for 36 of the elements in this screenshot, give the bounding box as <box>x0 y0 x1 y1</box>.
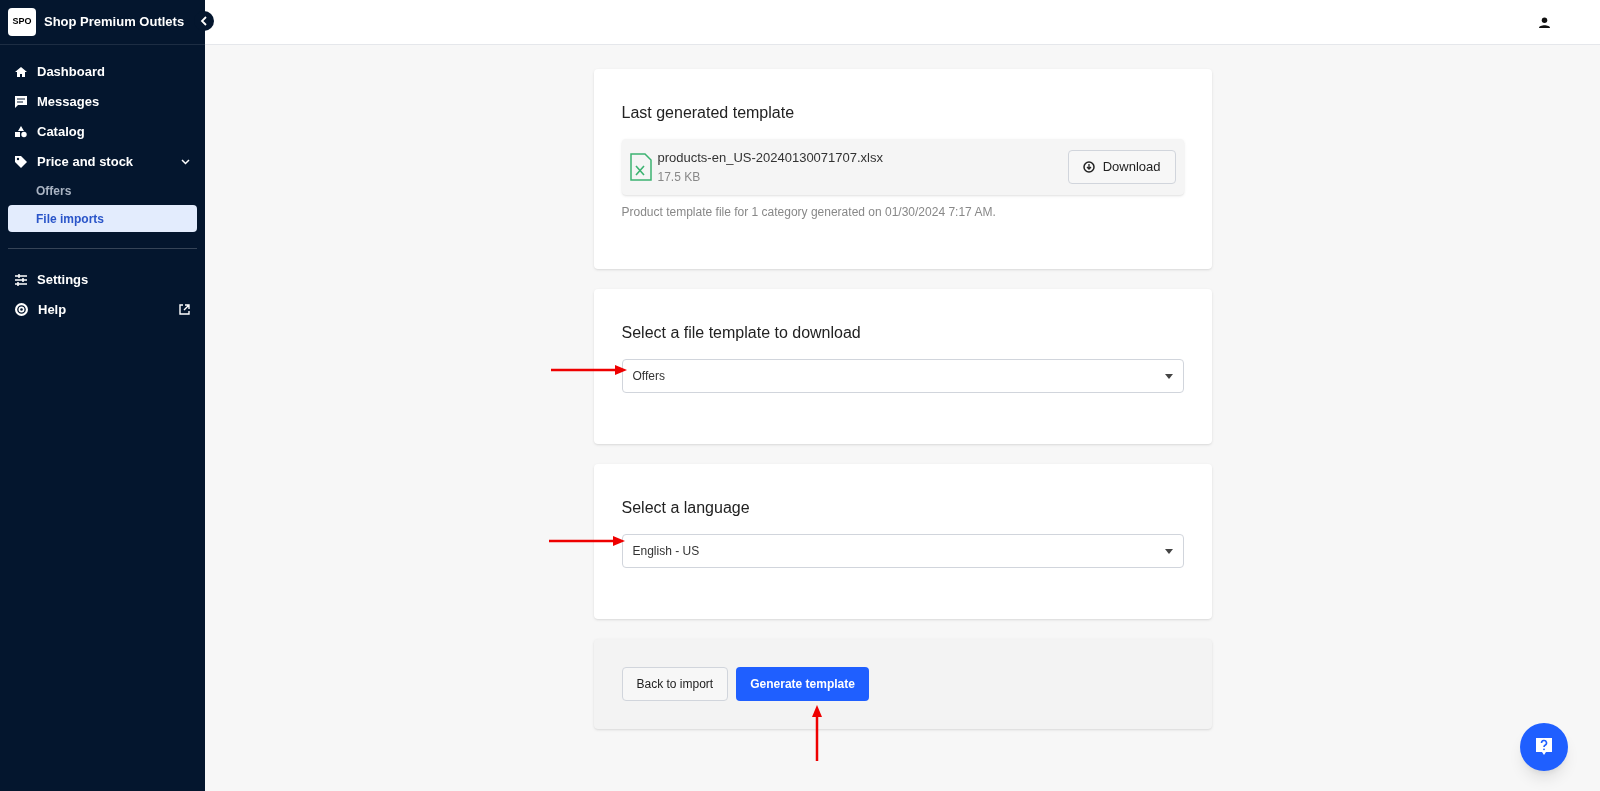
back-button[interactable]: Back to import <box>621 667 729 701</box>
language-dropdown[interactable]: English - US <box>621 534 1184 568</box>
card-title: Select a file template to download <box>621 323 862 343</box>
generate-button[interactable]: Generate template <box>736 667 869 701</box>
nav-item[interactable]: Settings <box>8 265 197 294</box>
message-icon <box>15 95 27 108</box>
nav-item[interactable]: Messages <box>8 87 197 116</box>
spreadsheet-file-icon <box>629 153 652 181</box>
nav-item[interactable]: Dashboard <box>8 57 197 86</box>
file-name: products-en_US-20240130071707.xlsx <box>657 149 883 168</box>
annotation-arrow <box>812 705 822 761</box>
lifebuoy-icon <box>15 303 28 316</box>
nav-item[interactable]: Help <box>8 295 197 324</box>
nav-subitem[interactable]: File imports <box>8 205 197 232</box>
nav-item[interactable]: Catalog <box>8 117 197 146</box>
nav-subitem[interactable]: Offers <box>8 177 197 204</box>
help-icon <box>1536 738 1552 756</box>
template-dropdown[interactable]: Offers <box>621 359 1184 393</box>
nav-item[interactable]: Price and stock <box>8 147 197 176</box>
file-size: 17.5 KB <box>657 168 702 186</box>
home-icon <box>15 65 27 78</box>
chevron-left-icon <box>200 16 208 26</box>
sliders-icon <box>15 273 27 286</box>
brand-name: Shop Premium Outlets <box>44 13 185 32</box>
template-note: Product template file for 1 category generated on 01/30/2024 7:17 AM. <box>621 204 997 221</box>
help-button[interactable] <box>1520 723 1568 771</box>
card-title: Select a language <box>621 498 751 518</box>
tag-icon <box>15 155 27 168</box>
download-icon <box>1082 161 1095 173</box>
card-title: Last generated template <box>621 103 796 123</box>
caret-icon <box>1164 548 1173 554</box>
user-icon[interactable] <box>1539 16 1550 28</box>
logo-text: SPO <box>12 15 32 29</box>
shapes-icon <box>15 125 27 138</box>
caret-icon <box>1164 373 1173 379</box>
download-button[interactable]: Download <box>1067 150 1176 184</box>
